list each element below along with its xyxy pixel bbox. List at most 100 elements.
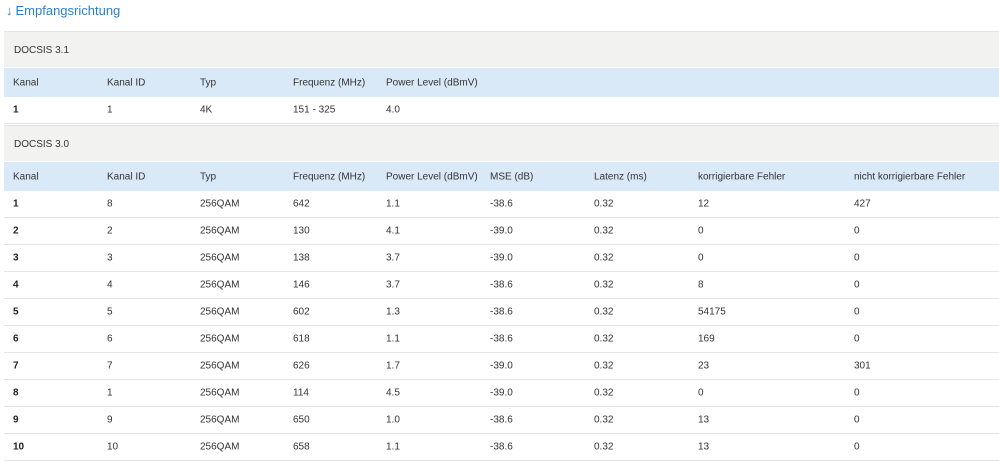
table-cell: 1 (13, 198, 19, 210)
table-cell: -38.6 (490, 279, 513, 291)
table-cell: 0.32 (594, 387, 614, 399)
column-header: korrigierbare Fehler (698, 171, 786, 182)
table-cell: 256QAM (200, 279, 240, 291)
table-cell: 626 (293, 360, 310, 372)
table-cell: -38.6 (490, 414, 513, 426)
table-row: 2 2 256QAM 130 4.1 -39.0 0.32 0 0 (4, 218, 999, 245)
column-header: Kanal ID (107, 171, 146, 182)
column-header: MSE (dB) (490, 171, 534, 182)
table-cell: 146 (293, 279, 310, 291)
table-cell: 9 (107, 414, 113, 426)
table-cell: -38.6 (490, 306, 513, 318)
table-row: 5 5 256QAM 602 1.3 -38.6 0.32 54175 0 (4, 299, 999, 326)
table-cell: 256QAM (200, 441, 240, 453)
table-cell: 8 (698, 279, 704, 291)
table-cell: 4.5 (386, 387, 400, 399)
table-cell: 650 (293, 414, 310, 426)
table-cell: -38.6 (490, 333, 513, 345)
table-cell: 0 (854, 306, 860, 318)
docsis31-section-title: DOCSIS 3.1 (4, 31, 999, 67)
table-cell: 0 (698, 252, 704, 264)
column-header: Kanal ID (107, 77, 146, 88)
table-cell: 3 (107, 252, 113, 264)
table-cell: 256QAM (200, 387, 240, 399)
table-cell: 3.7 (386, 252, 400, 264)
table-cell: 4K (200, 104, 213, 116)
table-cell: 151 - 325 (293, 104, 336, 116)
table-cell: 256QAM (200, 333, 240, 345)
table-cell: 8 (13, 387, 19, 399)
table-cell: 1 (107, 387, 113, 399)
table-cell: 1.7 (386, 360, 400, 372)
table-cell: -39.0 (490, 225, 513, 237)
table-cell: 0 (854, 225, 860, 237)
table-row: 1 1 4K 151 - 325 4.0 (4, 97, 999, 124)
table-cell: 0 (854, 333, 860, 345)
table-row: 9 9 256QAM 650 1.0 -38.6 0.32 13 0 (4, 407, 999, 434)
docsis30-table-header: Kanal Kanal ID Typ Frequenz (MHz) Power Leve… (4, 162, 999, 191)
docsis31-title: DOCSIS 3.1 (14, 45, 70, 56)
table-cell: 4 (107, 279, 113, 291)
column-header: Frequenz (MHz) (293, 77, 366, 88)
column-header: Typ (200, 171, 217, 182)
table-cell: 427 (854, 198, 871, 210)
table-cell: 0.32 (594, 360, 614, 372)
table-cell: 10 (107, 441, 119, 453)
table-cell: 0 (854, 387, 860, 399)
table-cell: 1 (13, 104, 19, 116)
table-cell: 256QAM (200, 198, 240, 210)
table-cell: 256QAM (200, 360, 240, 372)
table-cell: 1.0 (386, 414, 400, 426)
table-row: 4 4 256QAM 146 3.7 -38.6 0.32 8 0 (4, 272, 999, 299)
column-header: Power Level (dBmV) (386, 171, 478, 182)
table-cell: 0.32 (594, 333, 614, 345)
table-cell: 13 (698, 414, 710, 426)
table-cell: 0.32 (594, 414, 614, 426)
table-cell: 4 (13, 279, 19, 291)
table-cell: 8 (107, 198, 113, 210)
table-cell: 1.1 (386, 441, 400, 453)
table-cell: 0 (854, 441, 860, 453)
table-cell: 114 (293, 387, 309, 399)
table-row: 3 3 256QAM 138 3.7 -39.0 0.32 0 0 (4, 245, 999, 272)
table-cell: 4.0 (386, 104, 400, 116)
table-row: 6 6 256QAM 618 1.1 -38.6 0.32 169 0 (4, 326, 999, 353)
table-row: 10 10 256QAM 658 1.1 -38.6 0.32 13 0 (4, 434, 999, 461)
table-cell: 256QAM (200, 225, 240, 237)
docsis31-table-header: Kanal Kanal ID Typ Frequenz (MHz) Power Leve… (4, 68, 999, 97)
table-cell: 6 (107, 333, 113, 345)
table-cell: 642 (293, 198, 310, 210)
table-cell: 0.32 (594, 279, 614, 291)
table-cell: 2 (107, 225, 113, 237)
table-cell: 23 (698, 360, 710, 372)
table-cell: 12 (698, 198, 710, 210)
table-cell: 1.3 (386, 306, 400, 318)
arrow-down-icon: ↓ (6, 3, 13, 18)
table-cell: 0.32 (594, 225, 614, 237)
table-cell: 0.32 (594, 252, 614, 264)
table-cell: 0.32 (594, 306, 614, 318)
table-cell: 5 (13, 306, 19, 318)
table-cell: 658 (293, 441, 310, 453)
table-cell: 0 (854, 414, 860, 426)
table-cell: -39.0 (490, 252, 513, 264)
table-cell: 169 (698, 333, 715, 345)
table-cell: 130 (293, 225, 310, 237)
table-row: 1 8 256QAM 642 1.1 -38.6 0.32 12 427 (4, 191, 999, 218)
table-cell: 54175 (698, 306, 726, 318)
table-cell: 13 (698, 441, 710, 453)
table-cell: 6 (13, 333, 19, 345)
section-heading-label: Empfangsrichtung (15, 3, 121, 18)
table-cell: -38.6 (490, 198, 513, 210)
table-cell: 0 (854, 279, 860, 291)
column-header: Kanal (13, 171, 39, 182)
table-cell: -39.0 (490, 387, 513, 399)
table-cell: 602 (293, 306, 310, 318)
column-header: nicht korrigierbare Fehler (854, 171, 966, 182)
table-cell: 4.1 (386, 225, 400, 237)
table-cell: -38.6 (490, 441, 513, 453)
table-cell: 301 (854, 360, 871, 372)
table-cell: 3 (13, 252, 19, 264)
table-cell: 9 (13, 414, 19, 426)
table-cell: 1 (107, 104, 113, 116)
